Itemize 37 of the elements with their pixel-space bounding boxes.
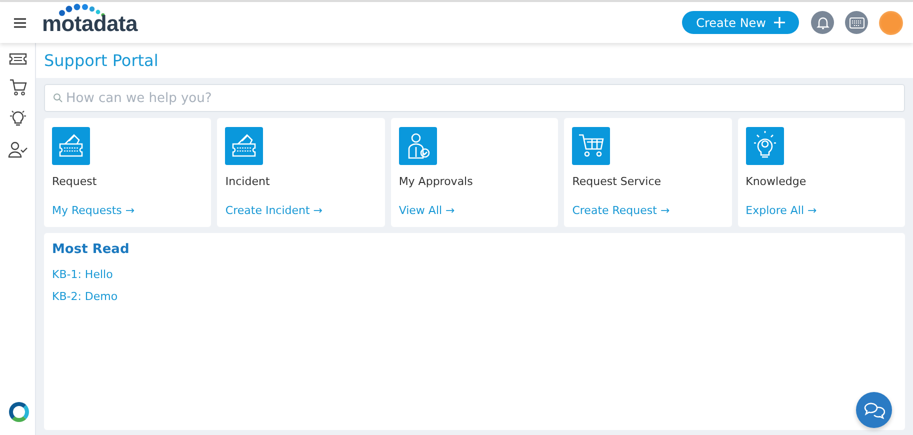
user-check-icon[interactable] bbox=[8, 141, 28, 158]
article-link[interactable]: KB-2: Demo bbox=[52, 290, 118, 303]
card-title: Request Service bbox=[572, 175, 662, 188]
ticket-icon[interactable] bbox=[8, 53, 26, 65]
notification-icon[interactable] bbox=[811, 11, 834, 34]
brand-icon bbox=[9, 402, 29, 422]
card[interactable]: Knowledge Explore All → bbox=[738, 118, 906, 227]
card-link[interactable]: Explore All → bbox=[746, 204, 817, 217]
card-link[interactable]: Create Request → bbox=[572, 204, 670, 217]
card-title: Incident bbox=[225, 175, 270, 188]
create-new-button[interactable]: Create New bbox=[682, 11, 799, 34]
shopping-cart-icon bbox=[572, 127, 610, 165]
card[interactable]: Request Service Create Request → bbox=[564, 118, 732, 227]
page-title: Support Portal bbox=[44, 51, 158, 70]
menu-icon[interactable] bbox=[14, 18, 26, 28]
cart-icon[interactable] bbox=[8, 79, 26, 96]
lightbulb-icon bbox=[746, 127, 784, 165]
section-title: Most Read bbox=[52, 242, 130, 257]
card[interactable]: Request My Requests → bbox=[44, 118, 212, 227]
card[interactable]: Incident Create Incident → bbox=[217, 118, 385, 227]
keyboard-icon[interactable] bbox=[845, 11, 868, 34]
card[interactable]: My Approvals View All → bbox=[390, 118, 558, 227]
logo: motadata bbox=[42, 3, 138, 36]
search-field[interactable]: How can we help you? bbox=[44, 84, 905, 112]
article-link[interactable]: KB-1: Hello bbox=[52, 268, 113, 281]
plus-icon bbox=[774, 17, 785, 28]
card-title: Knowledge bbox=[746, 175, 806, 188]
card-title: My Approvals bbox=[398, 175, 473, 188]
search-icon bbox=[53, 93, 63, 103]
approver-icon bbox=[398, 127, 437, 165]
ticket-icon bbox=[52, 127, 90, 165]
card-link[interactable]: Create Incident → bbox=[225, 204, 323, 217]
card-link[interactable]: My Requests → bbox=[52, 204, 135, 217]
lightbulb-icon[interactable] bbox=[8, 110, 26, 127]
card-link[interactable]: View All → bbox=[398, 204, 455, 217]
ticket-icon bbox=[225, 127, 264, 165]
card-title: Request bbox=[52, 175, 97, 188]
